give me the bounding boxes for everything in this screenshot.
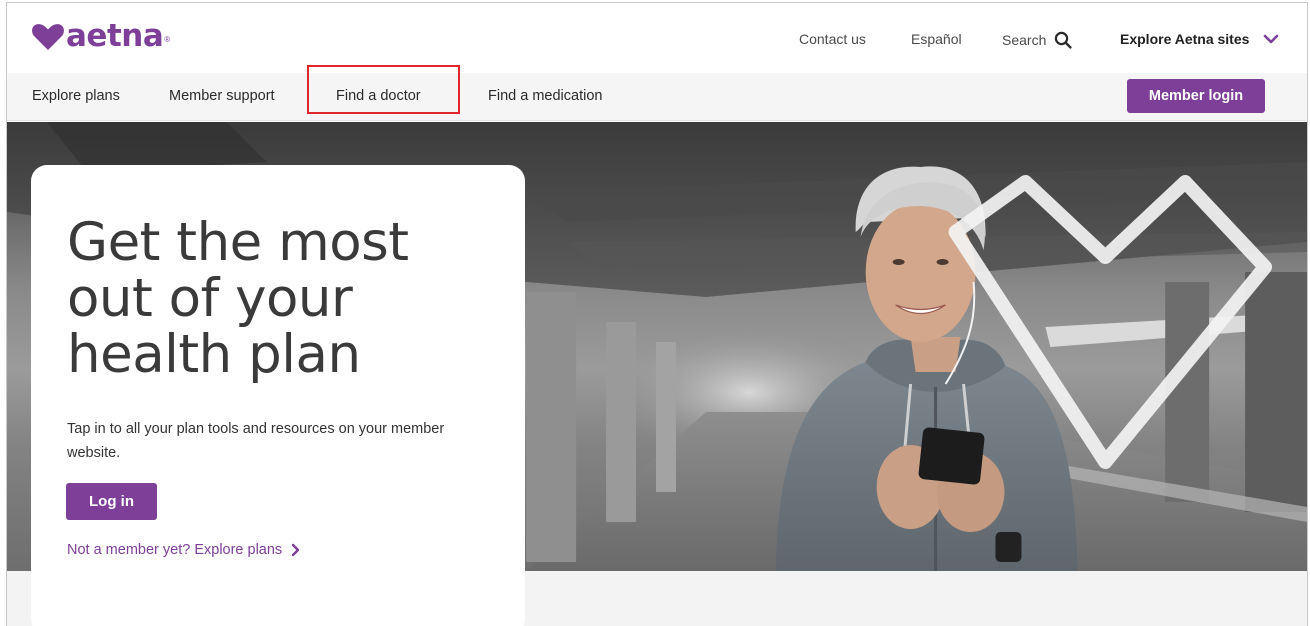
hero-description: Tap in to all your plan tools and resour… (67, 421, 445, 461)
explore-sites-label: Explore Aetna sites (1120, 31, 1250, 47)
registered-mark: ® (164, 35, 171, 44)
explore-aetna-sites-dropdown[interactable]: Explore Aetna sites (1120, 31, 1279, 47)
nav-member-support[interactable]: Member support (169, 88, 275, 104)
search-button[interactable]: Search (1002, 31, 1072, 49)
highlight-box (307, 65, 460, 114)
chevron-right-icon (291, 543, 300, 557)
hero-headline: Get the most out of your health plan (67, 212, 409, 385)
main-nav: Explore plans Member support Find a doct… (7, 65, 1307, 121)
explore-plans-link[interactable]: Not a member yet? Explore plans (67, 542, 300, 558)
utility-header: aetna ® Contact us Español Search Explor… (7, 3, 1307, 73)
search-icon (1055, 31, 1072, 49)
nav-find-a-medication[interactable]: Find a medication (488, 88, 602, 104)
log-in-button[interactable]: Log in (66, 483, 157, 520)
hero-card: Get the most out of your health plan Tap… (31, 165, 525, 626)
explore-plans-link-label: Not a member yet? Explore plans (67, 542, 283, 558)
contact-us-link[interactable]: Contact us (799, 31, 866, 47)
browser-viewport: aetna ® Contact us Español Search Explor… (6, 2, 1308, 626)
heart-logo-icon (32, 23, 64, 50)
member-login-button[interactable]: Member login (1127, 79, 1265, 113)
espanol-link[interactable]: Español (911, 31, 962, 47)
nav-explore-plans[interactable]: Explore plans (32, 88, 120, 104)
logo-wordmark: aetna (66, 18, 164, 54)
search-label: Search (1002, 32, 1047, 48)
chevron-down-icon (1264, 34, 1279, 44)
aetna-logo[interactable]: aetna ® (31, 21, 170, 52)
